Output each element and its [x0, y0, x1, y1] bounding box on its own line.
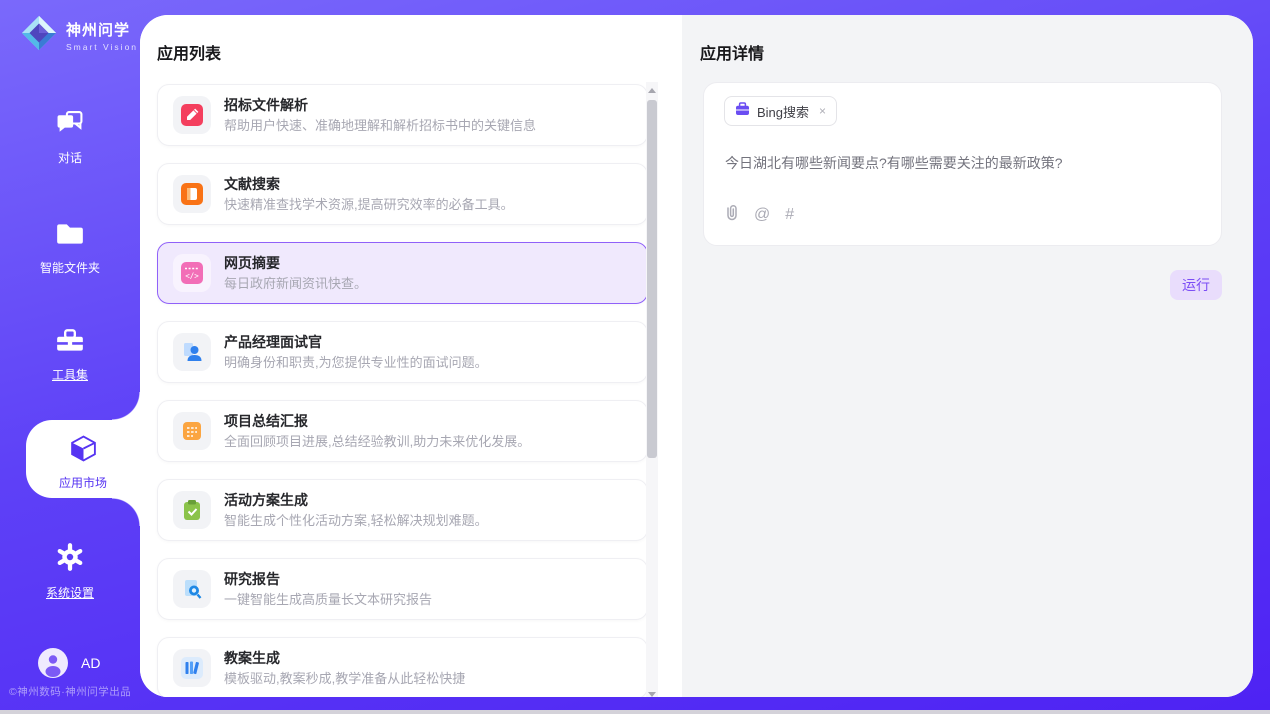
- app-list-scrollbar[interactable]: [646, 82, 658, 697]
- app-name: 产品经理面试官: [224, 332, 322, 352]
- app-description: 帮助用户快速、准确地理解和解析招标书中的关键信息: [224, 115, 536, 134]
- paperclip-icon[interactable]: [723, 203, 739, 227]
- scrollbar-up-arrow-icon[interactable]: [648, 88, 656, 93]
- sidebar-item-label: 工具集: [52, 366, 88, 383]
- folder-icon: [55, 221, 85, 252]
- app-name: 文献搜索: [224, 174, 280, 194]
- brand-name: 神州问学: [66, 19, 138, 40]
- app-card-research-report[interactable]: 研究报告 一键智能生成高质量长文本研究报告: [157, 558, 648, 620]
- briefcase-icon: [735, 102, 750, 121]
- scrollbar-thumb[interactable]: [647, 100, 657, 458]
- prompt-input[interactable]: 今日湖北有哪些新闻要点?有哪些需要关注的最新政策?: [725, 153, 1195, 173]
- tab-fillet-top: [112, 392, 140, 420]
- app-name: 教案生成: [224, 648, 280, 668]
- app-card-tender-analysis[interactable]: 招标文件解析 帮助用户快速、准确地理解和解析招标书中的关键信息: [157, 84, 648, 146]
- app-name: 招标文件解析: [224, 95, 308, 115]
- sidebar-item-toolset[interactable]: 工具集: [0, 328, 140, 383]
- sidebar-item-chat[interactable]: 对话: [0, 110, 140, 166]
- attachment-toolbar: @ #: [723, 203, 794, 227]
- sidebar-item-label: 智能文件夹: [40, 259, 100, 276]
- app-card-web-summary[interactable]: </> 网页摘要 每日政府新闻资讯快查。: [157, 242, 648, 304]
- gear-icon: [55, 542, 85, 577]
- app-list-title: 应用列表: [157, 40, 221, 64]
- app-card-lesson-plan[interactable]: 教案生成 模板驱动,教案秒成,教学准备从此轻松快捷: [157, 637, 648, 697]
- app-card-event-plan[interactable]: 活动方案生成 智能生成个性化活动方案,轻松解决规划难题。: [157, 479, 648, 541]
- app-detail-panel: 应用详情 Bing搜索 × 今日湖北有哪些新闻要点?有哪些需要关注的最新政策?: [682, 15, 1253, 697]
- books-icon: [173, 649, 211, 687]
- app-description: 快速精准查找学术资源,提高研究效率的必备工具。: [224, 194, 514, 213]
- browser-code-icon: </>: [173, 254, 211, 292]
- sidebar-item-settings[interactable]: 系统设置: [0, 542, 140, 601]
- app-name: 网页摘要: [224, 253, 280, 273]
- copyright-footer: ©神州数码·神州问学出品: [0, 684, 159, 699]
- sidebar-item-label: 应用市场: [59, 474, 107, 491]
- svg-text:</>: </>: [185, 272, 199, 281]
- person-document-icon: [173, 333, 211, 371]
- cube-icon: [69, 434, 98, 468]
- app-card-project-summary[interactable]: 项目总结汇报 全面回顾项目进展,总结经验教训,助力未来优化发展。: [157, 400, 648, 462]
- app-description: 全面回顾项目进展,总结经验教训,助力未来优化发展。: [224, 431, 530, 450]
- clipboard-check-icon: [173, 491, 211, 529]
- tool-tag-label: Bing搜索: [757, 102, 809, 121]
- hash-icon[interactable]: #: [785, 207, 794, 223]
- brand-logo: 神州问学 Smart Vision: [20, 14, 138, 57]
- app-card-pm-interviewer[interactable]: 产品经理面试官 明确身份和职责,为您提供专业性的面试问题。: [157, 321, 648, 383]
- at-sign-icon[interactable]: @: [754, 207, 770, 223]
- sidebar-item-smart-folder[interactable]: 智能文件夹: [0, 221, 140, 276]
- app-description: 一键智能生成高质量长文本研究报告: [224, 589, 432, 608]
- window-bottom-edge: [0, 710, 1270, 714]
- app-description: 智能生成个性化活动方案,轻松解决规划难题。: [224, 510, 488, 529]
- toolbox-icon: [55, 328, 85, 359]
- book-icon: [173, 175, 211, 213]
- app-description: 明确身份和职责,为您提供专业性的面试问题。: [224, 352, 488, 371]
- diamond-logo-icon: [20, 14, 58, 57]
- app-description: 每日政府新闻资讯快查。: [224, 273, 367, 292]
- app-name: 活动方案生成: [224, 490, 308, 510]
- person-avatar-icon: [38, 648, 68, 678]
- app-description: 模板驱动,教案秒成,教学准备从此轻松快捷: [224, 668, 465, 687]
- edit-square-icon: [173, 96, 211, 134]
- note-icon: [173, 412, 211, 450]
- research-magnifier-icon: [173, 570, 211, 608]
- sidebar-item-app-market[interactable]: 应用市场: [26, 434, 140, 491]
- run-button[interactable]: 运行: [1170, 270, 1222, 300]
- close-icon[interactable]: ×: [819, 104, 826, 118]
- user-initials: AD: [81, 655, 100, 671]
- tab-fillet-bottom: [112, 498, 140, 526]
- app-name: 项目总结汇报: [224, 411, 308, 431]
- app-list-panel: 应用列表 招标文件解析 帮助用户快速、准确地理解和解析招标书中的关键信息: [140, 15, 682, 697]
- main-content: 应用列表 招标文件解析 帮助用户快速、准确地理解和解析招标书中的关键信息: [140, 15, 1253, 697]
- scrollbar-down-arrow-icon[interactable]: [648, 692, 656, 697]
- app-list: 招标文件解析 帮助用户快速、准确地理解和解析招标书中的关键信息 文献搜索 快速精…: [157, 84, 648, 697]
- brand-tagline: Smart Vision: [66, 42, 138, 52]
- app-detail-title: 应用详情: [700, 40, 764, 64]
- chat-icon: [55, 110, 85, 142]
- app-card-literature-search[interactable]: 文献搜索 快速精准查找学术资源,提高研究效率的必备工具。: [157, 163, 648, 225]
- app-name: 研究报告: [224, 569, 280, 589]
- tool-tag-bing-search[interactable]: Bing搜索 ×: [724, 96, 837, 126]
- sidebar-item-label: 系统设置: [46, 584, 94, 601]
- prompt-input-card[interactable]: Bing搜索 × 今日湖北有哪些新闻要点?有哪些需要关注的最新政策? @ #: [703, 82, 1222, 246]
- sidebar-item-label: 对话: [58, 149, 82, 166]
- user-account[interactable]: AD: [38, 648, 100, 678]
